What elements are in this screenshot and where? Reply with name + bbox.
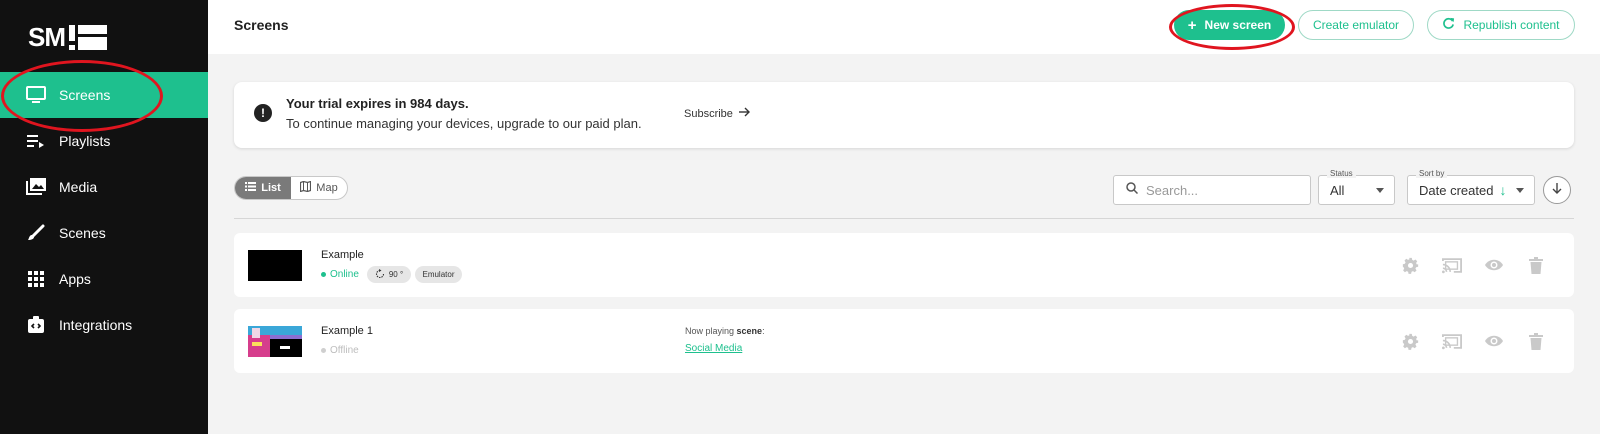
sidebar-item-label: Integrations	[59, 317, 133, 333]
view-toggle: List Map	[234, 176, 348, 200]
screen-status: Offline	[321, 345, 359, 356]
screen-name: Example 1	[321, 325, 373, 337]
logo-mark	[69, 24, 107, 51]
brush-icon	[25, 222, 47, 244]
refresh-icon	[1442, 17, 1455, 34]
list-view-label: List	[261, 182, 281, 194]
rotate-icon	[375, 268, 385, 281]
search-box	[1113, 175, 1311, 205]
sidebar-item-label: Screens	[59, 87, 111, 103]
grid-icon	[25, 268, 47, 290]
now-playing-prefix: Now playing	[685, 326, 737, 336]
status-select-label: Status	[1327, 169, 1356, 178]
monitor-icon	[25, 84, 47, 106]
arrow-down-icon: ↓	[1499, 182, 1507, 198]
gear-icon[interactable]	[1400, 255, 1420, 275]
screen-row[interactable]: Example 1 Offline Now playing scene: Soc…	[234, 309, 1574, 373]
screen-thumbnail	[248, 326, 302, 357]
map-icon	[300, 180, 312, 195]
screen-thumbnail	[248, 250, 302, 281]
map-view-label: Map	[316, 182, 338, 194]
screen-row[interactable]: Example Online 90 ° Emulator	[234, 233, 1574, 297]
screen-status: Online	[321, 269, 359, 280]
banner-title: Your trial expires in 984 days.	[286, 96, 469, 111]
rotation-value: 90 °	[388, 270, 404, 279]
status-select-value: All	[1330, 182, 1345, 198]
eye-icon[interactable]	[1484, 255, 1504, 275]
alert-icon: !	[254, 104, 272, 122]
cast-icon[interactable]	[1442, 255, 1462, 275]
subscribe-label: Subscribe	[684, 107, 733, 120]
logo-text: SM	[28, 22, 66, 52]
list-icon	[245, 182, 257, 194]
sidebar-item-scenes[interactable]: Scenes	[0, 210, 208, 256]
media-icon	[25, 176, 47, 198]
gear-icon[interactable]	[1400, 331, 1420, 351]
now-playing-suffix: :	[762, 326, 765, 336]
sidebar-item-label: Playlists	[59, 133, 111, 149]
now-playing-type: scene	[736, 326, 763, 336]
subscribe-link[interactable]: Subscribe	[684, 107, 751, 120]
new-screen-label: New screen	[1204, 18, 1272, 32]
arrow-down-icon	[1551, 181, 1563, 199]
sort-select[interactable]: Sort by Date created ↓	[1407, 169, 1535, 205]
arrow-right-icon	[738, 107, 751, 120]
header: Screens + New screen Create emulator Rep…	[208, 0, 1600, 54]
screen-name: Example	[321, 249, 364, 261]
trash-icon[interactable]	[1526, 255, 1546, 275]
trial-banner: ! Your trial expires in 984 days. To con…	[234, 82, 1574, 148]
sidebar-item-label: Media	[59, 179, 98, 195]
list-view-toggle[interactable]: List	[235, 177, 291, 199]
sort-select-label: Sort by	[1416, 169, 1448, 178]
emulator-chip-label: Emulator	[422, 270, 455, 279]
status-select[interactable]: Status All	[1318, 169, 1395, 205]
page-title: Screens	[234, 17, 289, 33]
sidebar-item-integrations[interactable]: Integrations	[0, 302, 208, 348]
sidebar-item-apps[interactable]: Apps	[0, 256, 208, 302]
search-input[interactable]	[1146, 182, 1296, 198]
banner-text: To continue managing your devices, upgra…	[286, 116, 642, 131]
cast-icon[interactable]	[1442, 331, 1462, 351]
map-view-toggle[interactable]: Map	[291, 177, 347, 199]
status-dot	[321, 348, 326, 353]
caret-down-icon	[1376, 188, 1384, 193]
create-emulator-button[interactable]: Create emulator	[1298, 10, 1414, 40]
now-playing-label: Now playing scene:	[685, 326, 765, 336]
sidebar-item-playlists[interactable]: Playlists	[0, 118, 208, 164]
sidebar: SM Screens Playlists Media Scenes Apps I…	[0, 0, 208, 434]
new-screen-button[interactable]: + New screen	[1174, 10, 1285, 40]
sidebar-item-screens[interactable]: Screens	[0, 72, 208, 118]
integrations-icon	[25, 314, 47, 336]
sidebar-item-media[interactable]: Media	[0, 164, 208, 210]
eye-icon[interactable]	[1484, 331, 1504, 351]
playlist-icon	[25, 130, 47, 152]
caret-down-icon	[1516, 188, 1524, 193]
row-actions	[1400, 331, 1546, 351]
scene-link[interactable]: Social Media	[685, 343, 742, 354]
plus-icon: +	[1187, 16, 1197, 34]
status-dot	[321, 272, 326, 277]
republish-content-label: Republish content	[1463, 18, 1560, 32]
sidebar-item-label: Scenes	[59, 225, 106, 241]
create-emulator-label: Create emulator	[1312, 18, 1400, 32]
rotation-chip: 90 °	[367, 266, 411, 283]
row-actions	[1400, 255, 1546, 275]
search-icon	[1126, 181, 1139, 199]
status-text: Offline	[330, 345, 359, 356]
sort-select-value: Date created	[1419, 182, 1494, 198]
logo[interactable]: SM	[28, 22, 107, 53]
status-text: Online	[330, 269, 359, 280]
sort-direction-button[interactable]	[1543, 176, 1571, 204]
trash-icon[interactable]	[1526, 331, 1546, 351]
republish-content-button[interactable]: Republish content	[1427, 10, 1575, 40]
sidebar-item-label: Apps	[59, 271, 91, 287]
emulator-chip: Emulator	[415, 266, 462, 283]
divider	[234, 218, 1574, 219]
